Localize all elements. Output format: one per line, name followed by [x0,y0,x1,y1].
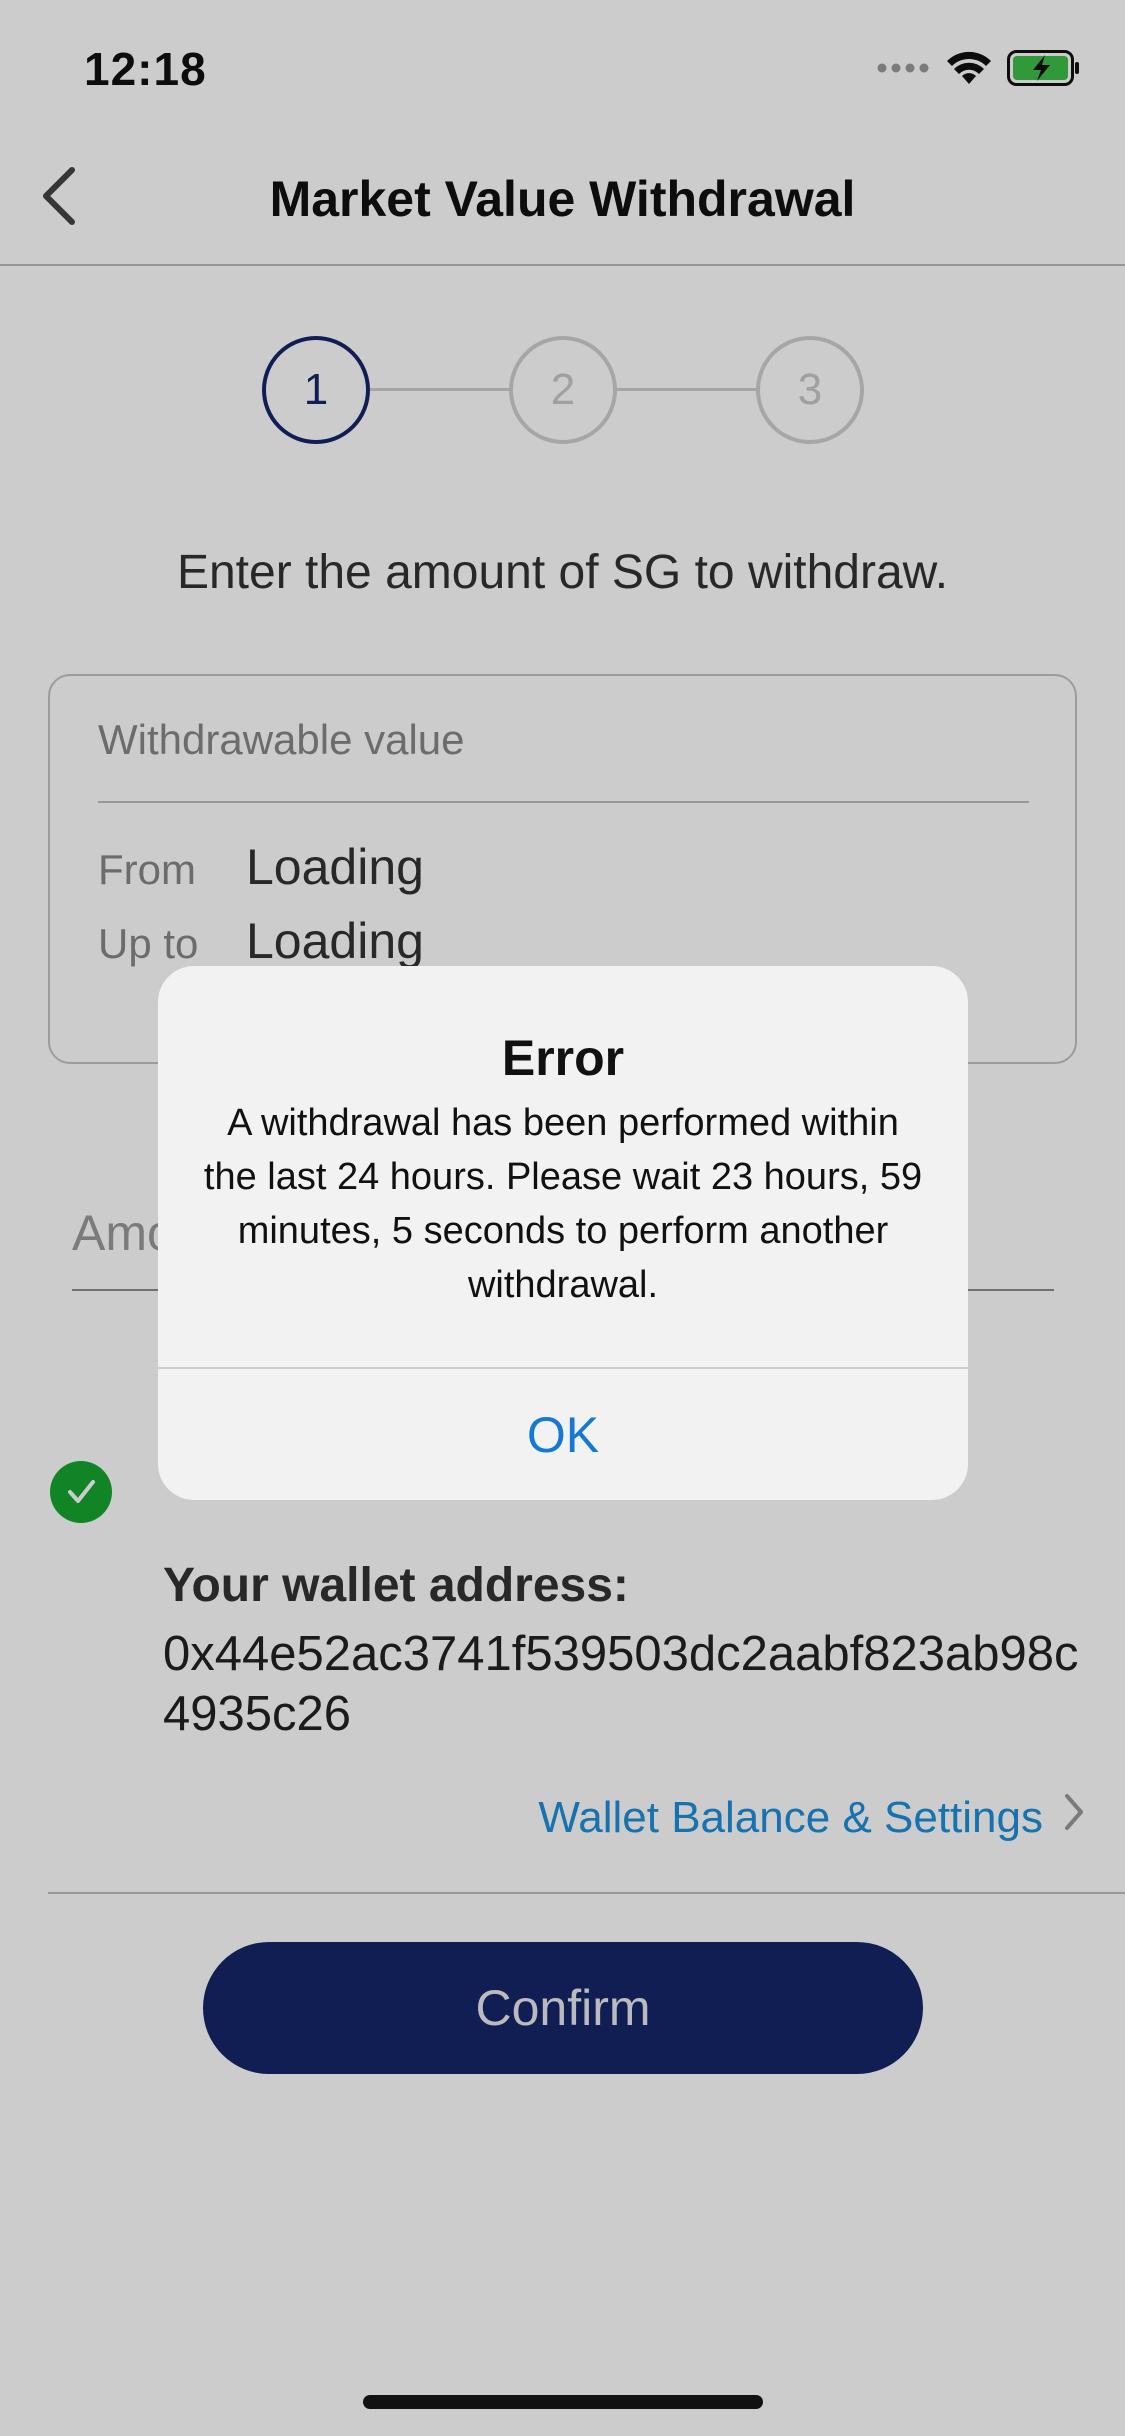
alert-title: Error [501,1030,625,1086]
alert-message: A withdrawal has been performed within t… [203,1102,923,1306]
error-alert-dialog: Error A withdrawal has been performed wi… [158,966,968,1500]
home-indicator[interactable] [363,2395,763,2409]
alert-ok-button[interactable]: OK [158,1369,968,1500]
withdrawal-screen: 12:18 Market Value Withdrawal 1 2 3 Ente… [0,0,1125,2436]
